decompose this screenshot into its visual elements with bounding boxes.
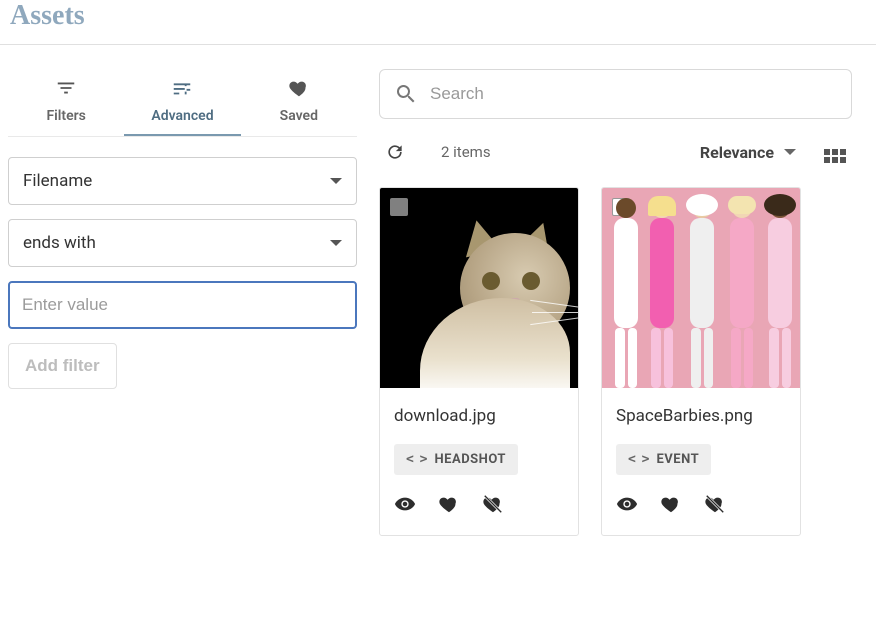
preview-button[interactable] [394, 493, 416, 519]
tab-label: Filters [46, 108, 85, 124]
asset-filename: SpaceBarbies.png [616, 406, 786, 426]
item-count: 2 items [441, 143, 491, 161]
operator-select-value: ends with [23, 233, 96, 253]
filter-icon [55, 77, 77, 102]
tag-label: EVENT [656, 452, 699, 467]
page-header: Assets [0, 0, 876, 45]
asset-thumbnail[interactable] [380, 188, 579, 388]
page-title: Assets [10, 0, 866, 32]
asset-card[interactable]: download.jpg < > HEADSHOT [379, 187, 579, 536]
add-filter-button[interactable]: Add filter [8, 343, 117, 389]
tab-label: Advanced [151, 108, 213, 124]
asset-card[interactable]: SpaceBarbies.png < > EVENT [601, 187, 801, 536]
filter-value-input[interactable] [8, 281, 357, 329]
asset-filename: download.jpg [394, 406, 564, 426]
page-body: Filters Advanced Saved Filename [0, 45, 876, 536]
field-select-value: Filename [23, 171, 92, 191]
favorite-button[interactable] [438, 493, 460, 519]
asset-card-body: download.jpg < > HEADSHOT [380, 388, 578, 535]
search-field[interactable] [379, 69, 852, 119]
refresh-button[interactable] [385, 142, 405, 162]
tune-icon [171, 77, 193, 102]
filter-tabs: Filters Advanced Saved [8, 69, 357, 137]
asset-tag[interactable]: < > EVENT [616, 444, 711, 475]
chevron-down-icon [330, 178, 342, 184]
asset-actions [394, 493, 564, 519]
preview-button[interactable] [616, 493, 638, 519]
sidebar: Filters Advanced Saved Filename [0, 69, 365, 536]
chevron-down-icon [330, 240, 342, 246]
unfavorite-button[interactable] [704, 493, 726, 519]
operator-select[interactable]: ends with [8, 219, 357, 267]
code-icon: < > [406, 452, 426, 467]
tab-label: Saved [280, 108, 318, 124]
grid-view-button[interactable] [824, 141, 846, 163]
sort-select[interactable]: Relevance [700, 143, 796, 162]
favorite-button[interactable] [660, 493, 682, 519]
tab-filters[interactable]: Filters [8, 69, 124, 136]
asset-thumbnail[interactable] [602, 188, 801, 388]
main-content: 2 items Relevance [365, 69, 876, 536]
chevron-down-icon [784, 149, 796, 155]
sort-label: Relevance [700, 143, 774, 162]
tab-saved[interactable]: Saved [241, 69, 357, 136]
asset-actions [616, 493, 786, 519]
field-select[interactable]: Filename [8, 157, 357, 205]
select-checkbox[interactable] [390, 198, 408, 216]
tab-advanced[interactable]: Advanced [124, 69, 240, 136]
dolls-illustration [602, 188, 801, 388]
search-input[interactable] [430, 84, 837, 104]
asset-tag[interactable]: < > HEADSHOT [394, 444, 518, 475]
heart-icon [288, 77, 310, 102]
unfavorite-button[interactable] [482, 493, 504, 519]
tag-label: HEADSHOT [434, 452, 505, 467]
grid-icon [824, 149, 846, 163]
asset-card-body: SpaceBarbies.png < > EVENT [602, 388, 800, 535]
cat-illustration [420, 228, 579, 388]
code-icon: < > [628, 452, 648, 467]
asset-grid: download.jpg < > HEADSHOT [379, 187, 852, 536]
search-icon [394, 82, 418, 106]
results-toolbar: 2 items Relevance [379, 119, 852, 187]
